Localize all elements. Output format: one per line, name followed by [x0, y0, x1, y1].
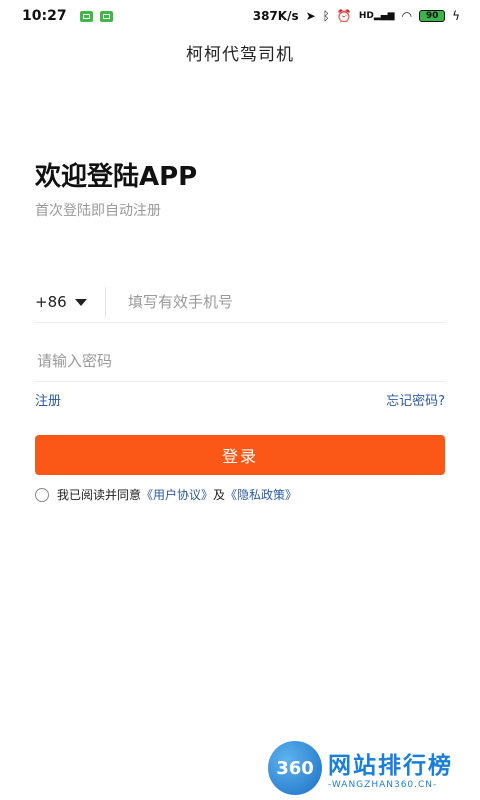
watermark-sub: -WANGZHAN360.CN- [328, 780, 438, 790]
charging-icon: ϟ [452, 9, 460, 23]
agreement-radio[interactable] [35, 487, 49, 502]
country-code-select[interactable]: +86 [35, 287, 106, 317]
welcome-subtitle: 首次登陆即自动注册 [35, 203, 161, 219]
wechat-notification-icon [79, 10, 93, 22]
status-time: 10:27 [22, 8, 67, 24]
privacy-policy-link[interactable]: 《隐私政策》 [225, 486, 297, 503]
user-agreement-link[interactable]: 《用户协议》 [141, 486, 213, 503]
app-notification-icon [99, 10, 113, 22]
watermark-text: 网站排行榜 -WANGZHAN360.CN- [328, 746, 453, 790]
alarm-icon: ⏰ [336, 9, 352, 23]
signal-hd-label: HD [358, 10, 374, 21]
watermark: 360 网站排行榜 -WANGZHAN360.CN- [268, 738, 478, 798]
login-button[interactable]: 登录 [35, 435, 445, 475]
signal-icon: HD▂▄▆ [358, 10, 395, 21]
agreement-row: 我已阅读并同意 《用户协议》 及 《隐私政策》 [35, 486, 297, 503]
phone-input[interactable] [126, 292, 430, 312]
welcome-heading: 欢迎登陆APP [35, 162, 198, 192]
password-input[interactable] [35, 351, 439, 371]
country-code-label: +86 [35, 293, 67, 311]
watermark-logo: 360 [268, 741, 322, 795]
agreement-prefix: 我已阅读并同意 [57, 488, 142, 502]
location-icon: ➤ [305, 9, 316, 23]
phone-field-row: +86 [35, 282, 445, 323]
password-field-row [35, 341, 445, 382]
watermark-main: 网站排行榜 [328, 753, 453, 779]
status-bar: 10:27 387K/s ➤ ᛒ ⏰ HD▂▄▆ ◠ 90 ϟ [0, 0, 480, 32]
status-bar-right: 387K/s ➤ ᛒ ⏰ HD▂▄▆ ◠ 90 ϟ [253, 9, 460, 23]
network-speed: 387K/s [252, 9, 299, 23]
battery-icon: 90 [419, 10, 446, 22]
agreement-and: 及 [213, 488, 226, 502]
status-bar-left: 10:27 [22, 8, 113, 24]
register-link[interactable]: 注册 [35, 390, 61, 409]
bluetooth-icon: ᛒ [322, 9, 330, 23]
wifi-icon: ◠ [401, 9, 413, 23]
forgot-password-link[interactable]: 忘记密码? [386, 390, 445, 409]
caret-down-icon [74, 298, 87, 306]
page-title: 柯柯代驾司机 [186, 45, 294, 65]
